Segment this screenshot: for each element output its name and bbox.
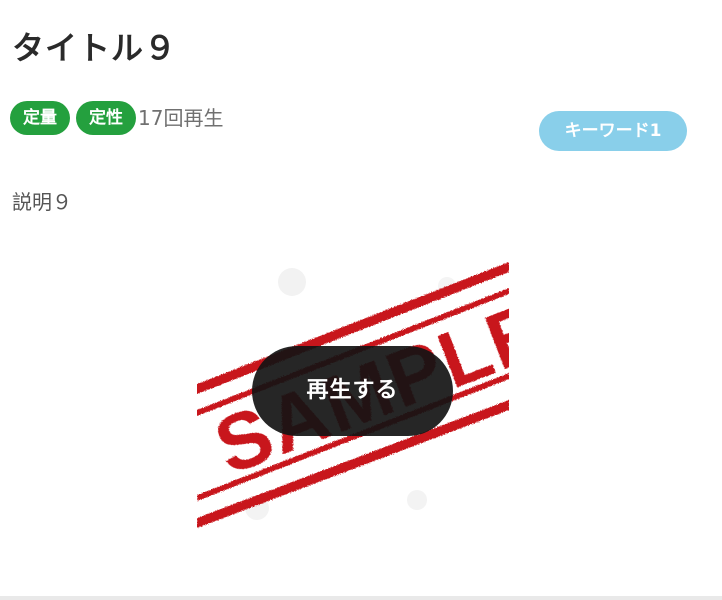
- play-count: 17回再生: [138, 106, 224, 130]
- tag-qualitative[interactable]: 定性: [76, 101, 136, 135]
- meta-row: 定量 定性 17回再生: [10, 100, 223, 136]
- card-description: 説明９: [12, 190, 72, 214]
- keyword-badge[interactable]: キーワード1: [539, 111, 687, 151]
- tag-quantitative[interactable]: 定量: [10, 101, 70, 135]
- video-card: タイトル９ 定量 定性 17回再生 キーワード1 説明９ 再生する: [0, 0, 722, 600]
- card-title: タイトル９: [12, 29, 178, 67]
- play-button[interactable]: 再生する: [252, 346, 453, 436]
